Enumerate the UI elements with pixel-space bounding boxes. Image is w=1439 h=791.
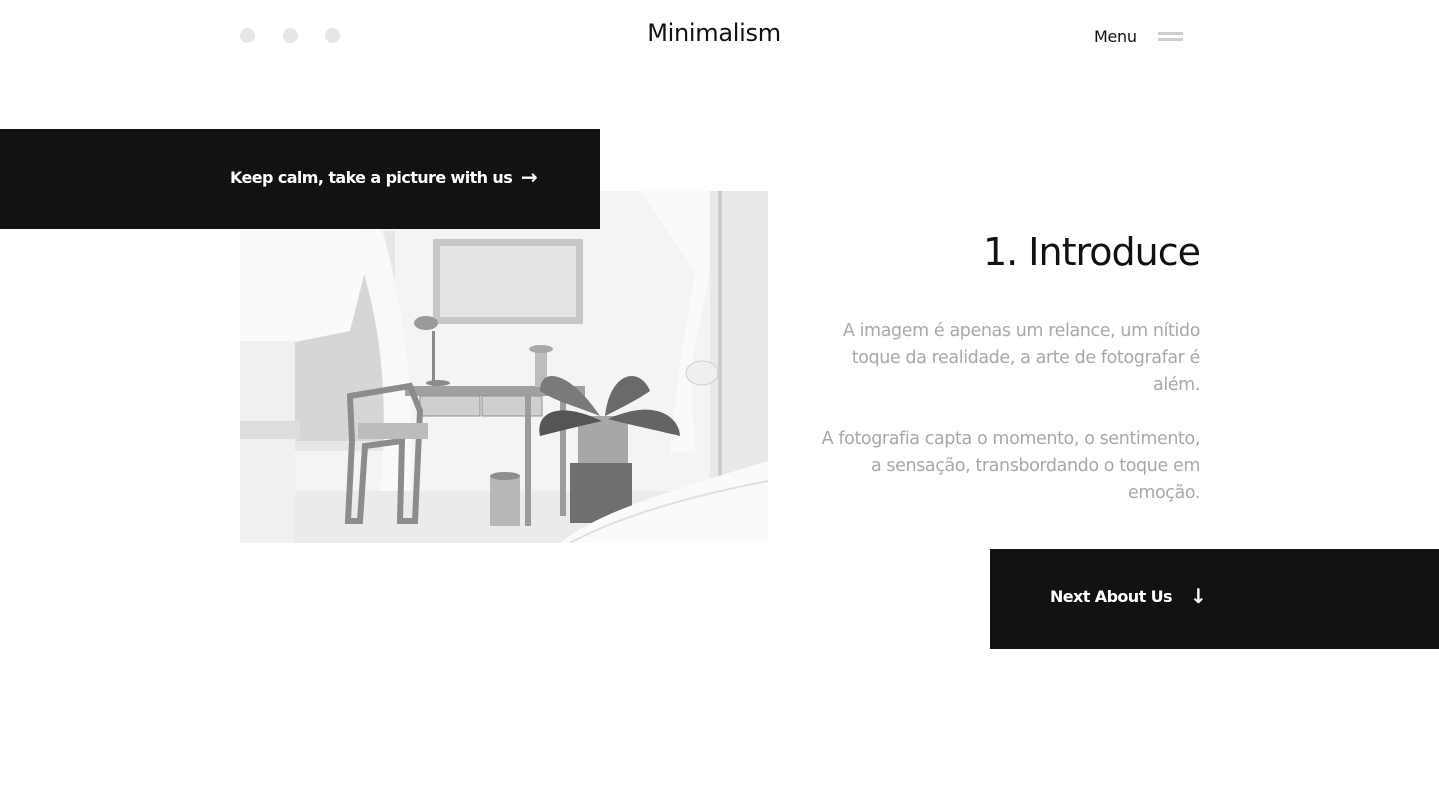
page: Minimalism Menu Keep calm, take a pictur… [0,0,1439,791]
intro-paragraph-2: A fotografia capta o momento, o sentimen… [821,429,1201,503]
site-brand-label[interactable]: Minimalism [634,19,794,47]
next-section-button[interactable]: Next About Us ↓ [990,549,1439,649]
intro-paragraph-1: A imagem é apenas um relance, um nítido … [842,321,1201,395]
menu-toggle[interactable]: Menu [1094,25,1183,47]
section-title: 1. Introduce [982,230,1201,274]
arrow-down-icon[interactable]: ↓ [1190,586,1207,606]
hamburger-icon[interactable] [1157,29,1183,43]
arrow-right-icon[interactable]: → [521,167,538,187]
cta-label[interactable]: Keep calm, take a picture with us [230,168,513,187]
cta-banner[interactable]: Keep calm, take a picture with us → [0,129,600,229]
site-brand[interactable]: Minimalism [0,19,1439,47]
menu-label[interactable]: Menu [1094,27,1137,46]
hero-image [240,191,768,543]
next-section-label[interactable]: Next About Us [1050,587,1173,606]
